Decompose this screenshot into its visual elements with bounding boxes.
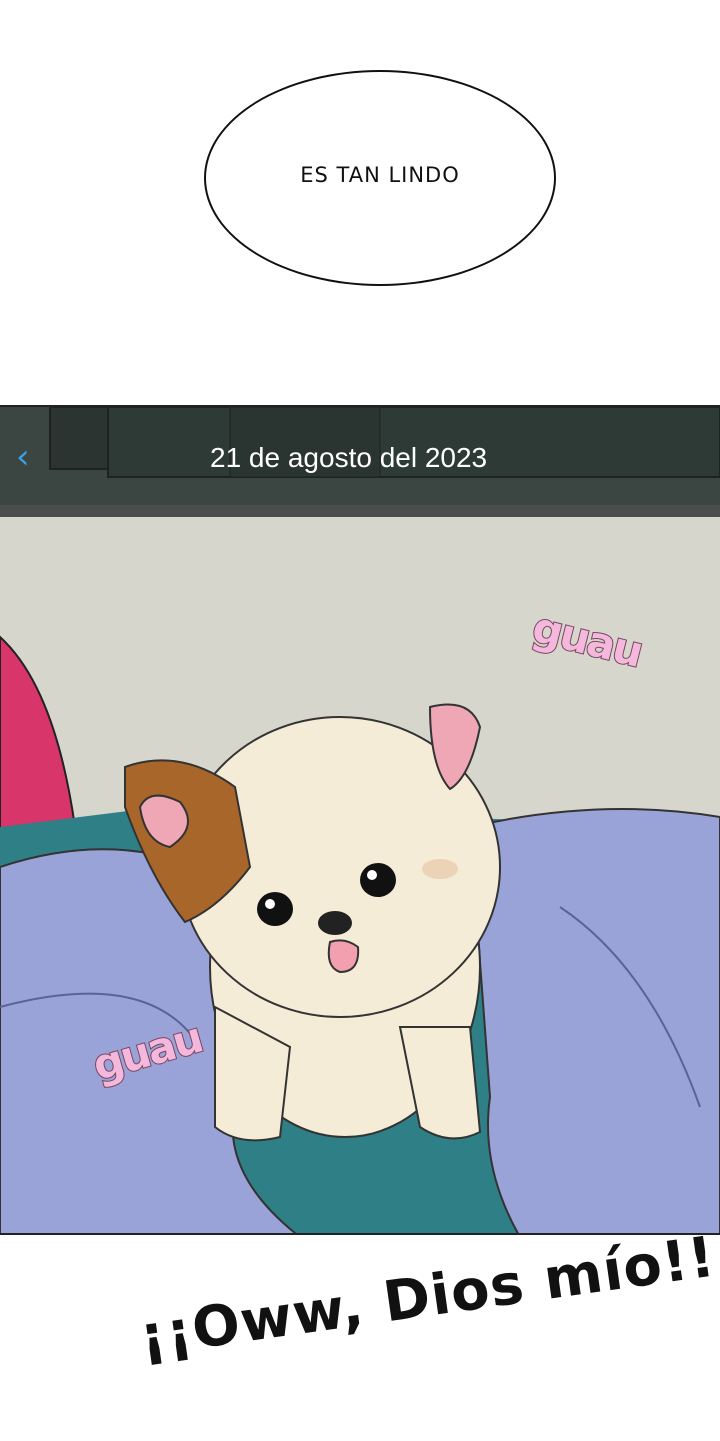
comic-panel: ‹ 21 de agosto del 2023 guau guau [0, 405, 720, 1235]
top-whitespace: ES TAN LINDO [0, 0, 720, 405]
puppy-illustration [0, 407, 720, 1233]
phone-header: ‹ 21 de agosto del 2023 [0, 407, 720, 517]
speech-bubble-text: ES TAN LINDO [300, 163, 460, 187]
speech-bubble: ES TAN LINDO [204, 70, 556, 286]
chevron-left-icon[interactable]: ‹ [16, 437, 30, 477]
date-label: 21 de agosto del 2023 [210, 442, 488, 473]
